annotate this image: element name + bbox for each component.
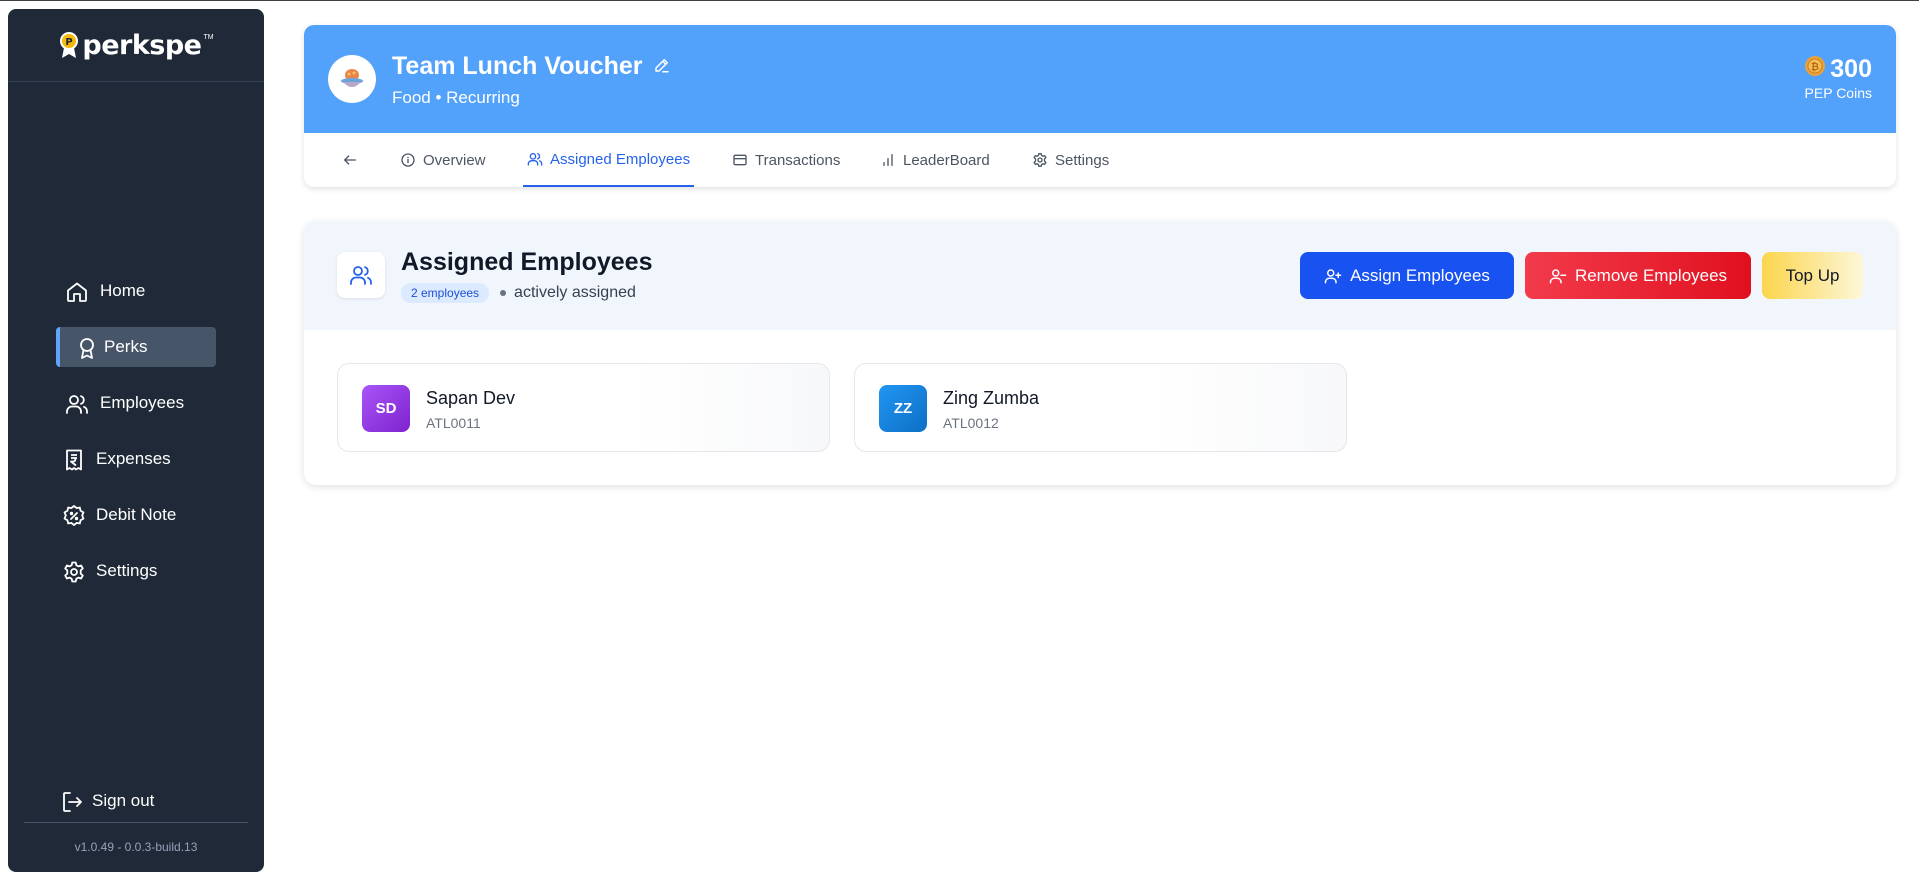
sidebar-item-debit-note[interactable]: Debit Note bbox=[8, 495, 264, 535]
sidebar-item-label: Debit Note bbox=[96, 505, 177, 524]
status-text: actively assigned bbox=[514, 284, 636, 301]
window-top-border bbox=[0, 0, 1919, 1]
sidebar-divider bbox=[24, 822, 248, 823]
coin-balance: ₿ 300 PEP Coins bbox=[1804, 55, 1872, 101]
perk-title: Team Lunch Voucher bbox=[392, 52, 671, 81]
sidebar-item-label: Home bbox=[100, 281, 146, 300]
section-subtitle: 2 employees actively assigned bbox=[401, 283, 636, 303]
sign-out-label: Sign out bbox=[92, 791, 155, 810]
logout-icon bbox=[60, 790, 84, 814]
percent-badge-icon bbox=[62, 504, 86, 528]
svg-text:P: P bbox=[66, 37, 73, 48]
employee-card[interactable]: SD Sapan Dev ATL0011 bbox=[337, 363, 830, 452]
brand-name: perkspe bbox=[82, 29, 202, 61]
svg-text:₿: ₿ bbox=[1811, 61, 1819, 73]
coin-label: PEP Coins bbox=[1804, 85, 1872, 101]
coin-value: 300 bbox=[1830, 55, 1872, 83]
sign-out-button[interactable]: Sign out bbox=[8, 781, 264, 821]
app-version: v1.0.49 - 0.0.3-build.13 bbox=[74, 840, 198, 854]
employee-name: Sapan Dev bbox=[426, 388, 516, 408]
perk-title-text: Team Lunch Voucher bbox=[392, 52, 643, 80]
card-icon bbox=[733, 154, 747, 166]
sidebar-item-perks[interactable]: Perks bbox=[56, 327, 216, 367]
brand-logo[interactable]: P perkspe TM bbox=[58, 29, 214, 61]
sidebar-item-label: Expenses bbox=[96, 449, 171, 468]
brand-badge-icon: P bbox=[58, 31, 80, 59]
sidebar: P perkspe TM Home Perks Employees Expens… bbox=[8, 9, 264, 872]
tab-assigned-employees[interactable]: Assigned Employees bbox=[523, 133, 695, 187]
gear-icon bbox=[62, 560, 86, 584]
sidebar-nav: Home Perks Employees Expenses Debit Note bbox=[8, 271, 264, 607]
tab-leaderboard[interactable]: LeaderBoard bbox=[880, 133, 990, 187]
food-icon bbox=[341, 69, 363, 87]
employee-name: Zing Zumba bbox=[943, 388, 1040, 408]
back-button[interactable] bbox=[342, 133, 358, 187]
sidebar-item-expenses[interactable]: Expenses bbox=[8, 439, 264, 479]
user-plus-icon bbox=[1324, 268, 1342, 283]
avatar: SD bbox=[362, 385, 410, 432]
button-label: Remove Employees bbox=[1574, 265, 1728, 285]
users-icon bbox=[65, 392, 89, 416]
top-up-button[interactable]: Top Up bbox=[1762, 252, 1863, 299]
perk-subtitle: Food • Recurring bbox=[392, 88, 520, 107]
separator-dot bbox=[500, 290, 507, 296]
users-icon bbox=[527, 153, 543, 166]
button-label: Top Up bbox=[1785, 265, 1840, 285]
section-title: Assigned Employees bbox=[401, 248, 653, 276]
tab-label: Transactions bbox=[755, 151, 841, 169]
employee-code: ATL0011 bbox=[426, 415, 481, 431]
sidebar-item-home[interactable]: Home bbox=[8, 271, 264, 311]
employee-count-badge: 2 employees bbox=[401, 283, 490, 303]
assigned-employees-card: Assigned Employees 2 employees actively … bbox=[304, 221, 1896, 485]
edit-icon[interactable] bbox=[653, 52, 671, 81]
award-icon bbox=[75, 336, 99, 360]
gear-icon bbox=[1033, 153, 1047, 167]
tab-transactions[interactable]: Transactions bbox=[732, 133, 840, 187]
info-icon bbox=[401, 153, 415, 167]
perk-avatar bbox=[328, 55, 376, 103]
sidebar-item-label: Settings bbox=[96, 561, 158, 580]
sidebar-item-settings[interactable]: Settings bbox=[8, 551, 264, 591]
remove-employees-button[interactable]: Remove Employees bbox=[1525, 252, 1751, 299]
perk-banner: Team Lunch Voucher Food • Recurring ₿ 30… bbox=[304, 25, 1896, 133]
tab-overview[interactable]: Overview bbox=[400, 133, 486, 187]
brand-trademark: TM bbox=[203, 33, 214, 41]
coin-icon: ₿ bbox=[1804, 55, 1826, 84]
sidebar-item-employees[interactable]: Employees bbox=[8, 383, 264, 423]
tab-label: LeaderBoard bbox=[903, 151, 990, 169]
users-icon bbox=[337, 252, 385, 298]
perk-header-card: Team Lunch Voucher Food • Recurring ₿ 30… bbox=[304, 25, 1896, 187]
assigned-employees-header: Assigned Employees 2 employees actively … bbox=[304, 221, 1896, 330]
home-icon bbox=[65, 280, 89, 304]
tab-label: Settings bbox=[1055, 151, 1110, 169]
button-label: Assign Employees bbox=[1350, 265, 1490, 285]
tab-label: Overview bbox=[423, 151, 486, 169]
employee-card[interactable]: ZZ Zing Zumba ATL0012 bbox=[854, 363, 1347, 452]
bar-chart-icon bbox=[883, 154, 893, 166]
sidebar-item-label: Employees bbox=[100, 393, 185, 412]
employee-code: ATL0012 bbox=[943, 415, 999, 431]
avatar: ZZ bbox=[879, 385, 927, 432]
tab-label: Assigned Employees bbox=[550, 150, 691, 168]
user-minus-icon bbox=[1549, 268, 1567, 283]
arrow-left-icon bbox=[344, 155, 356, 165]
perk-tabs: Overview Assigned Employees Transactions… bbox=[304, 133, 1896, 187]
logo-area: P perkspe TM bbox=[8, 9, 264, 82]
assign-employees-button[interactable]: Assign Employees bbox=[1300, 252, 1514, 299]
receipt-icon bbox=[62, 448, 86, 472]
tab-settings[interactable]: Settings bbox=[1032, 133, 1109, 187]
sidebar-item-label: Perks bbox=[104, 337, 148, 356]
